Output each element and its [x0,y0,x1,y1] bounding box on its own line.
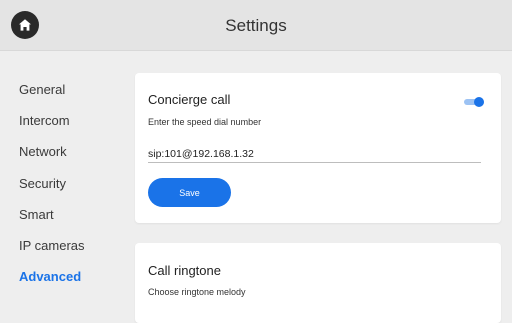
sidebar-item-security[interactable]: Security [19,176,66,191]
sidebar: General Intercom Network Security Smart … [0,50,125,305]
top-bar: Settings [0,0,512,51]
sidebar-item-general[interactable]: General [19,82,65,97]
page-title: Settings [225,16,287,35]
home-icon [19,19,31,31]
sidebar-item-ip-cameras[interactable]: IP cameras [19,238,85,253]
save-button[interactable]: Save [148,178,231,207]
concierge-call-title: Concierge call [148,92,231,107]
sidebar-item-smart[interactable]: Smart [19,207,54,222]
sidebar-item-intercom[interactable]: Intercom [19,113,70,128]
concierge-call-subtitle: Enter the speed dial number [148,117,262,127]
concierge-call-toggle[interactable] [464,97,486,107]
speed-dial-field [148,144,481,163]
toggle-knob [474,97,484,107]
sidebar-item-advanced[interactable]: Advanced [19,269,81,284]
call-ringtone-card[interactable]: Call ringtone Choose ringtone melody [135,243,501,323]
speed-dial-input[interactable] [148,146,481,162]
call-ringtone-subtitle: Choose ringtone melody [148,287,246,297]
call-ringtone-title: Call ringtone [148,263,221,278]
sidebar-item-network[interactable]: Network [19,144,67,159]
concierge-call-card: Concierge call Enter the speed dial numb… [135,73,501,223]
home-button[interactable] [11,11,39,39]
